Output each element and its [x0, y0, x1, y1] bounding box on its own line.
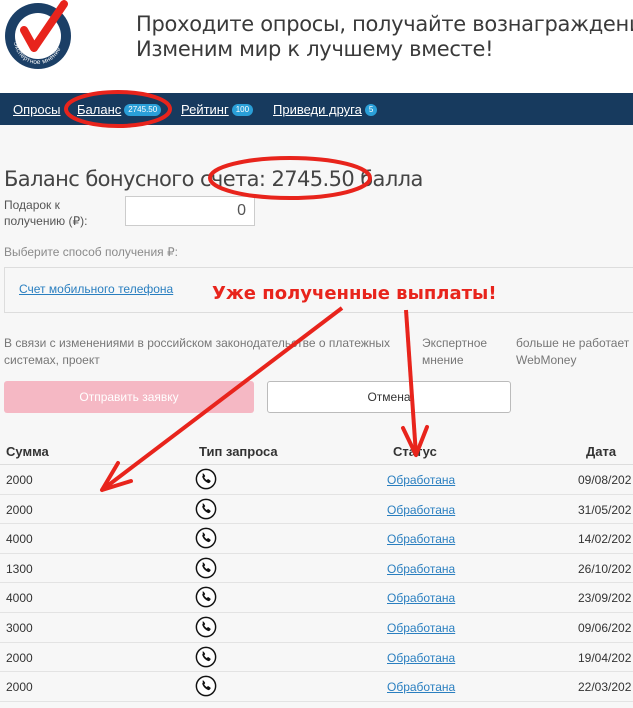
cell-sum: 1300	[6, 561, 33, 576]
annotation-received-payouts: Уже полученные выплаты!	[212, 283, 497, 304]
status-link[interactable]: Обработана	[387, 532, 455, 546]
cell-date: 22/03/202	[578, 680, 632, 695]
cell-sum: 2000	[6, 680, 33, 695]
cell-sum: 2000	[6, 473, 33, 487]
phone-icon	[195, 586, 217, 608]
status-link[interactable]: Обработана	[387, 651, 455, 665]
phone-icon	[195, 468, 217, 490]
method-option-mobile[interactable]: Счет мобильного телефона	[19, 282, 173, 296]
phone-icon	[195, 498, 217, 520]
phone-icon	[195, 557, 217, 579]
table-row: 2000 Обработана 22/03/202	[0, 672, 633, 702]
phone-icon	[195, 527, 217, 549]
status-link[interactable]: Обработана	[387, 680, 455, 694]
column-header-sum: Сумма	[6, 444, 49, 459]
cell-sum: 2000	[6, 502, 33, 517]
nav-item-rating[interactable]: Рейтинг 100	[181, 102, 254, 117]
table-row: 2000 Обработана 19/04/202	[0, 643, 633, 673]
gift-amount-input[interactable]: 0	[125, 196, 255, 226]
cancel-button[interactable]: Отмена	[267, 381, 511, 413]
logo-icon[interactable]: Экспертное мнение	[2, 0, 73, 71]
nav-item-label: Опросы	[13, 102, 61, 117]
gift-amount-label-text: Подарок к получению (₽):	[4, 198, 88, 228]
table-row: 2000 Обработана 31/05/202	[0, 495, 633, 525]
phone-icon	[195, 616, 217, 638]
cell-date: 09/08/202	[578, 473, 632, 487]
status-link[interactable]: Обработана	[387, 562, 455, 576]
cell-sum: 2000	[6, 650, 33, 665]
cell-sum: 4000	[6, 591, 33, 606]
nav-item-invite-friend[interactable]: Приведи друга 5	[273, 102, 378, 117]
site-tagline: Проходите опросы, получайте вознагражден…	[136, 12, 633, 62]
cell-date: 26/10/202	[578, 561, 632, 576]
gift-amount-label: Подарок к получению (₽):	[4, 197, 100, 229]
nav-item-surveys[interactable]: Опросы	[13, 102, 60, 117]
method-label: Выберите способ получения ₽:	[4, 245, 178, 259]
cell-sum: 3000	[6, 621, 33, 635]
cell-date: 14/02/202	[578, 532, 632, 547]
cell-sum: 4000	[6, 532, 33, 547]
tagline-line-2: Изменим мир к лучшему вместе!	[136, 37, 494, 61]
table-row: 4000 Обработана 14/02/202	[0, 524, 633, 554]
cell-date: 19/04/202	[578, 650, 632, 665]
invite-badge: 5	[364, 104, 378, 116]
status-link[interactable]: Обработана	[387, 473, 455, 487]
notice-text-project: Экспертное мнение	[422, 336, 488, 367]
cell-date: 31/05/202	[578, 502, 632, 517]
nav-item-balance[interactable]: Баланс 2745.50	[77, 102, 162, 117]
notice-text-main: В связи с изменениями в российском закон…	[4, 336, 391, 367]
notice-text-webmoney: больше не работает с WebMoney	[516, 336, 633, 367]
status-link[interactable]: Обработана	[387, 503, 455, 517]
cell-date: 09/06/202	[578, 621, 632, 635]
nav-item-label: Приведи друга	[273, 102, 362, 117]
column-header-date: Дата	[586, 444, 617, 459]
rating-badge: 100	[231, 104, 254, 116]
main-nav: Опросы Баланс 2745.50 Рейтинг 100 Приведи …	[0, 93, 633, 125]
column-header-request-type: Тип запроса	[199, 444, 278, 459]
table-row: 4000 Обработана 23/09/202	[0, 583, 633, 613]
table-row: 3000 Обработана 09/06/202	[0, 613, 633, 643]
nav-item-label: Баланс	[77, 102, 122, 117]
send-request-button[interactable]: Отправить заявку	[4, 381, 254, 413]
column-header-status: Статус	[393, 444, 437, 459]
status-link[interactable]: Обработана	[387, 591, 455, 605]
balance-badge: 2745.50	[124, 104, 162, 116]
status-link[interactable]: Обработана	[387, 621, 455, 635]
table-row: 1300 Обработана 26/10/202	[0, 554, 633, 584]
phone-icon	[195, 675, 217, 697]
balance-title: Баланс бонусного счета: 2745.50 балла	[4, 167, 423, 191]
site-header: Экспертное мнение Проходите опросы, полу…	[0, 0, 633, 93]
nav-item-label: Рейтинг	[181, 102, 229, 117]
tagline-line-1: Проходите опросы, получайте вознагражден…	[136, 12, 633, 36]
table-row: 2000 Обработана 09/08/202	[0, 465, 633, 495]
phone-icon	[195, 646, 217, 668]
cell-date: 23/09/202	[578, 591, 632, 606]
